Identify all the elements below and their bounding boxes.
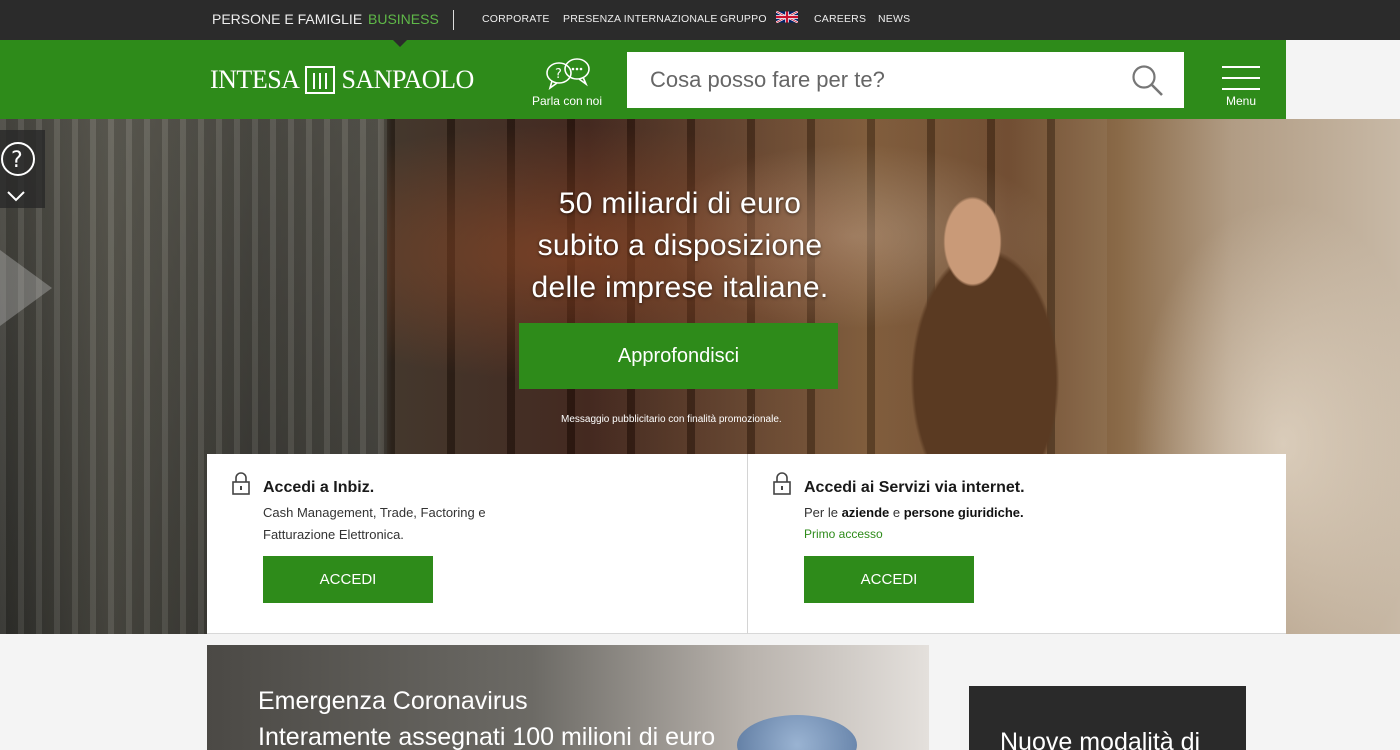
nav-persone-e-famiglie[interactable]: PERSONE E FAMIGLIE xyxy=(212,0,362,40)
lock-icon xyxy=(232,472,250,495)
help-question-icon: ? xyxy=(1,142,35,202)
approfondisci-button[interactable]: Approfondisci xyxy=(519,323,838,389)
news-subtitle: Interamente assegnati 100 milioni di eur… xyxy=(258,723,716,750)
main-header: INTESA SANPAOLO ? Parla con noi Menu xyxy=(0,40,1286,119)
nav-corporate[interactable]: CORPORATE xyxy=(482,0,550,40)
chat-button[interactable]: ? Parla con noi xyxy=(528,58,606,108)
login-panels: Accedi a Inbiz. Cash Management, Trade, … xyxy=(207,454,1286,634)
search-icon[interactable] xyxy=(1131,64,1165,98)
side-promo-card[interactable]: Nuove modalità di xyxy=(969,686,1246,750)
hamburger-icon xyxy=(1222,66,1260,68)
coronavirus-news-card[interactable]: Emergenza Coronavirus Interamente assegn… xyxy=(207,645,929,750)
uk-flag-icon xyxy=(775,11,798,23)
internet-services-panel: Accedi ai Servizi via internet. Per le a… xyxy=(748,454,1286,634)
desc-prefix: Per le xyxy=(804,505,842,520)
search-input[interactable] xyxy=(627,52,1127,108)
internet-services-description: Per le aziende e persone giuridiche. xyxy=(804,502,1124,524)
nav-business[interactable]: BUSINESS xyxy=(368,0,439,40)
desc-aziende: aziende xyxy=(841,505,890,520)
logo-text-left: INTESA xyxy=(210,65,300,94)
search-box xyxy=(627,52,1184,108)
primo-accesso-link[interactable]: Primo accesso xyxy=(804,527,883,541)
lock-icon xyxy=(773,472,791,495)
hero-image-winemaker xyxy=(860,159,1110,454)
hero-headline: 50 miliardi di euro subito a disposizion… xyxy=(480,183,880,309)
nav-news[interactable]: NEWS xyxy=(878,0,910,40)
news-image-hairnet xyxy=(737,715,857,750)
nav-gruppo[interactable]: GRUPPO xyxy=(720,0,798,40)
intesa-sanpaolo-logo[interactable]: INTESA SANPAOLO xyxy=(210,64,474,96)
top-navigation-bar: PERSONE E FAMIGLIE BUSINESS CORPORATE PR… xyxy=(0,0,1400,40)
chat-label: Parla con noi xyxy=(531,94,603,108)
hero-line-2: subito a disposizione xyxy=(537,229,823,262)
hero-line-3: delle imprese italiane. xyxy=(531,271,829,304)
news-title: Emergenza Coronavirus xyxy=(258,687,528,715)
side-promo-title: Nuove modalità di xyxy=(1000,728,1201,750)
desc-mid: e xyxy=(889,505,904,520)
internet-accedi-button[interactable]: ACCEDI xyxy=(804,556,974,603)
internet-services-title: Accedi ai Servizi via internet. xyxy=(804,479,1025,496)
svg-text:?: ? xyxy=(555,67,562,82)
carousel-prev-arrow-icon[interactable] xyxy=(0,250,52,326)
inbiz-description: Cash Management, Trade, Factoring e Fatt… xyxy=(263,505,486,542)
menu-button[interactable]: Menu xyxy=(1220,66,1262,108)
hero-line-1: 50 miliardi di euro xyxy=(558,187,802,220)
inbiz-title: Accedi a Inbiz. xyxy=(263,479,375,496)
nav-gruppo-label: GRUPPO xyxy=(720,13,767,25)
logo-emblem-icon xyxy=(305,66,336,94)
active-tab-caret xyxy=(393,40,407,47)
nav-divider xyxy=(453,10,454,30)
hero-disclaimer: Messaggio pubblicitario con finalità pro… xyxy=(561,414,782,425)
nav-presenza-internazionale[interactable]: PRESENZA INTERNAZIONALE xyxy=(563,0,718,40)
nav-careers[interactable]: CAREERS xyxy=(814,0,866,40)
chat-bubbles-icon: ? xyxy=(546,58,590,90)
inbiz-panel: Accedi a Inbiz. Cash Management, Trade, … xyxy=(207,454,747,634)
logo-text-right: SANPAOLO xyxy=(341,65,474,94)
menu-label: Menu xyxy=(1225,94,1257,108)
desc-persone-giuridiche: persone giuridiche. xyxy=(903,505,1024,520)
help-tab[interactable]: ? xyxy=(0,130,45,208)
inbiz-accedi-button[interactable]: ACCEDI xyxy=(263,556,433,603)
svg-text:?: ? xyxy=(11,148,23,173)
